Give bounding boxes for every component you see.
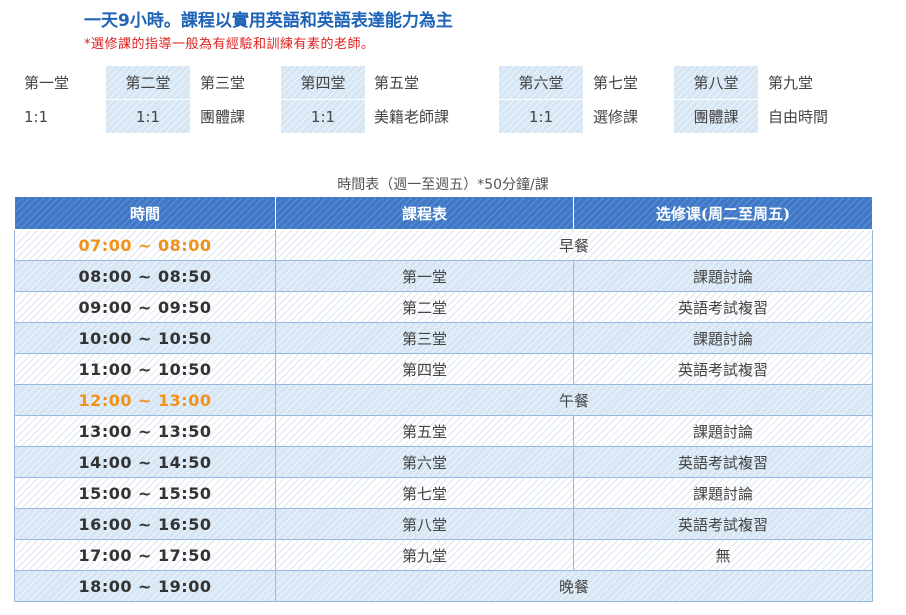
table-row: 17:00 ~ 17:50 第九堂 無 <box>14 539 873 571</box>
table-row: 08:00 ~ 08:50 第一堂 課題討論 <box>14 260 873 292</box>
table-row: 14:00 ~ 14:50 第六堂 英語考試複習 <box>14 446 873 478</box>
elective-cell: 英語考試複習 <box>573 508 873 540</box>
elective-cell: 課題討論 <box>573 415 873 447</box>
table-row: 16:00 ~ 16:50 第八堂 英語考試複習 <box>14 508 873 540</box>
header-elective: 选修课(周二至周五) <box>573 196 873 230</box>
period-type: 美籍老師課 <box>374 108 450 126</box>
period-type: 團體課 <box>200 108 246 126</box>
elective-cell: 無 <box>573 539 873 571</box>
time-cell: 09:00 ~ 09:50 <box>14 291 276 323</box>
course-cell: 第一堂 <box>275 260 574 292</box>
table-row: 18:00 ~ 19:00 晚餐 <box>14 570 873 602</box>
time-cell: 08:00 ~ 08:50 <box>14 260 276 292</box>
header-time: 時間 <box>14 196 276 230</box>
period-type: 1:1 <box>24 107 49 126</box>
elective-note: *選修課的指導一般為有經驗和訓練有素的老師。 <box>84 37 375 52</box>
course-cell: 第七堂 <box>275 477 574 509</box>
period-label: 第八堂 <box>674 66 758 99</box>
period-type: 1:1 <box>281 100 365 133</box>
schedule-caption: 時間表（週一至週五）*50分鐘/課 <box>337 177 549 193</box>
meal-cell: 午餐 <box>275 384 873 416</box>
period-type: 1:1 <box>499 100 583 133</box>
period-type: 自由時間 <box>768 108 829 126</box>
time-cell: 11:00 ~ 10:50 <box>14 353 276 385</box>
elective-cell: 課題討論 <box>573 260 873 292</box>
schedule-header-row: 時間 課程表 选修课(周二至周五) <box>14 196 873 230</box>
time-cell: 14:00 ~ 14:50 <box>14 446 276 478</box>
time-cell: 16:00 ~ 16:50 <box>14 508 276 540</box>
course-cell: 第六堂 <box>275 446 574 478</box>
table-row: 07:00 ~ 08:00 早餐 <box>14 229 873 261</box>
time-cell: 10:00 ~ 10:50 <box>14 322 276 354</box>
table-row: 15:00 ~ 15:50 第七堂 課題討論 <box>14 477 873 509</box>
course-cell: 第九堂 <box>275 539 574 571</box>
table-row: 12:00 ~ 13:00 午餐 <box>14 384 873 416</box>
period-label: 第二堂 <box>106 66 190 99</box>
period-label: 第九堂 <box>768 74 814 92</box>
period-type: 1:1 <box>106 100 190 133</box>
meal-cell: 早餐 <box>275 229 873 261</box>
table-row: 13:00 ~ 13:50 第五堂 課題討論 <box>14 415 873 447</box>
course-cell: 第三堂 <box>275 322 574 354</box>
course-cell: 第四堂 <box>275 353 574 385</box>
course-cell: 第八堂 <box>275 508 574 540</box>
course-cell: 第二堂 <box>275 291 574 323</box>
meal-cell: 晚餐 <box>275 570 873 602</box>
time-cell: 17:00 ~ 17:50 <box>14 539 276 571</box>
elective-cell: 英語考試複習 <box>573 291 873 323</box>
elective-cell: 英語考試複習 <box>573 446 873 478</box>
period-label: 第五堂 <box>374 74 420 92</box>
table-row: 10:00 ~ 10:50 第三堂 課題討論 <box>14 322 873 354</box>
time-cell: 12:00 ~ 13:00 <box>14 384 276 416</box>
period-type: 團體課 <box>674 100 758 133</box>
page-title: 一天9小時。課程以實用英語和英語表達能力為主 <box>84 11 453 31</box>
header-course: 課程表 <box>275 196 574 230</box>
period-type: 選修課 <box>593 108 639 126</box>
table-row: 09:00 ~ 09:50 第二堂 英語考試複習 <box>14 291 873 323</box>
period-label: 第七堂 <box>593 74 639 92</box>
time-cell: 18:00 ~ 19:00 <box>14 570 276 602</box>
time-cell: 07:00 ~ 08:00 <box>14 229 276 261</box>
period-label: 第四堂 <box>281 66 365 99</box>
time-cell: 13:00 ~ 13:50 <box>14 415 276 447</box>
period-label: 第一堂 <box>24 74 70 92</box>
course-cell: 第五堂 <box>275 415 574 447</box>
table-row: 11:00 ~ 10:50 第四堂 英語考試複習 <box>14 353 873 385</box>
period-label: 第六堂 <box>499 66 583 99</box>
elective-cell: 課題討論 <box>573 477 873 509</box>
elective-cell: 英語考試複習 <box>573 353 873 385</box>
period-label: 第三堂 <box>200 74 246 92</box>
time-cell: 15:00 ~ 15:50 <box>14 477 276 509</box>
schedule-table: 時間 課程表 选修课(周二至周五) 07:00 ~ 08:00 早餐 08:00… <box>14 196 873 602</box>
elective-cell: 課題討論 <box>573 322 873 354</box>
